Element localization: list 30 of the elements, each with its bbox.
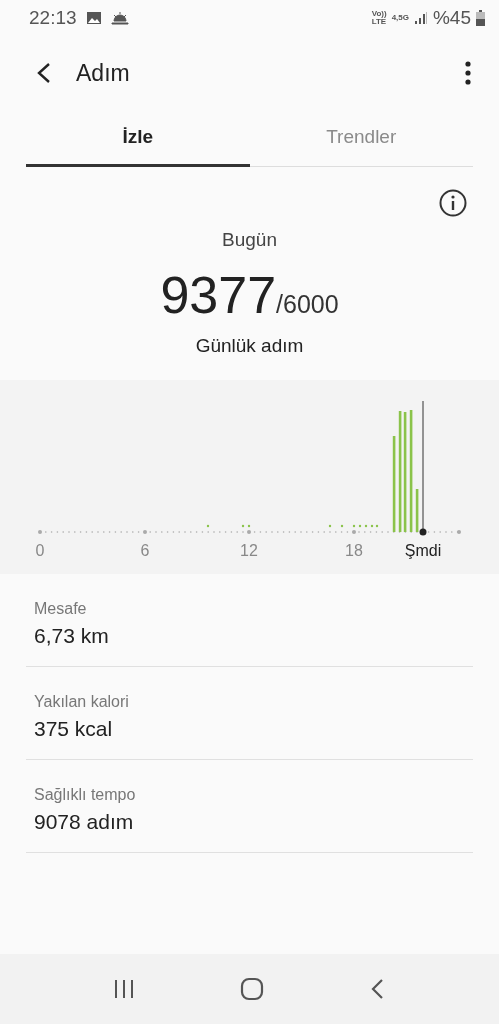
now-label: Şmdi (404, 542, 442, 559)
recent-apps-icon (112, 979, 135, 999)
stat-label: Mesafe (34, 600, 88, 618)
stat-value: 9078 adım (34, 810, 135, 834)
menu-icon (465, 61, 471, 85)
page-title: Adım (76, 59, 131, 87)
axis-label: 6 (140, 542, 150, 559)
info-icon[interactable] (439, 189, 467, 217)
home-icon (240, 977, 265, 1001)
stat-label: Yakılan kalori (34, 693, 130, 711)
step-goal: /6000 (276, 290, 339, 319)
battery-percent: %45 (432, 7, 471, 29)
battery-icon (476, 10, 485, 26)
lte-label: LTE (371, 18, 387, 26)
volte-label: Vo)) (371, 10, 387, 18)
step-count: 9377 (160, 265, 277, 325)
back-icon (36, 62, 52, 84)
stat-value: 6,73 km (34, 624, 110, 648)
axis-label: 0 (35, 542, 45, 559)
image-icon (85, 11, 102, 25)
axis-label: 18 (345, 542, 363, 559)
axis-label: 12 (240, 542, 258, 559)
clock: 22:13 (29, 7, 77, 29)
stat-value: 375 kcal (34, 717, 114, 741)
signal-icon (413, 11, 428, 25)
stat-label: Sağlıklı tempo (34, 786, 137, 804)
tab[interactable]: İzle (26, 110, 250, 167)
steps-caption: Günlük adım (195, 335, 304, 357)
period-label: Bugün (222, 229, 277, 251)
data-type-label: 4,5G (391, 14, 409, 22)
